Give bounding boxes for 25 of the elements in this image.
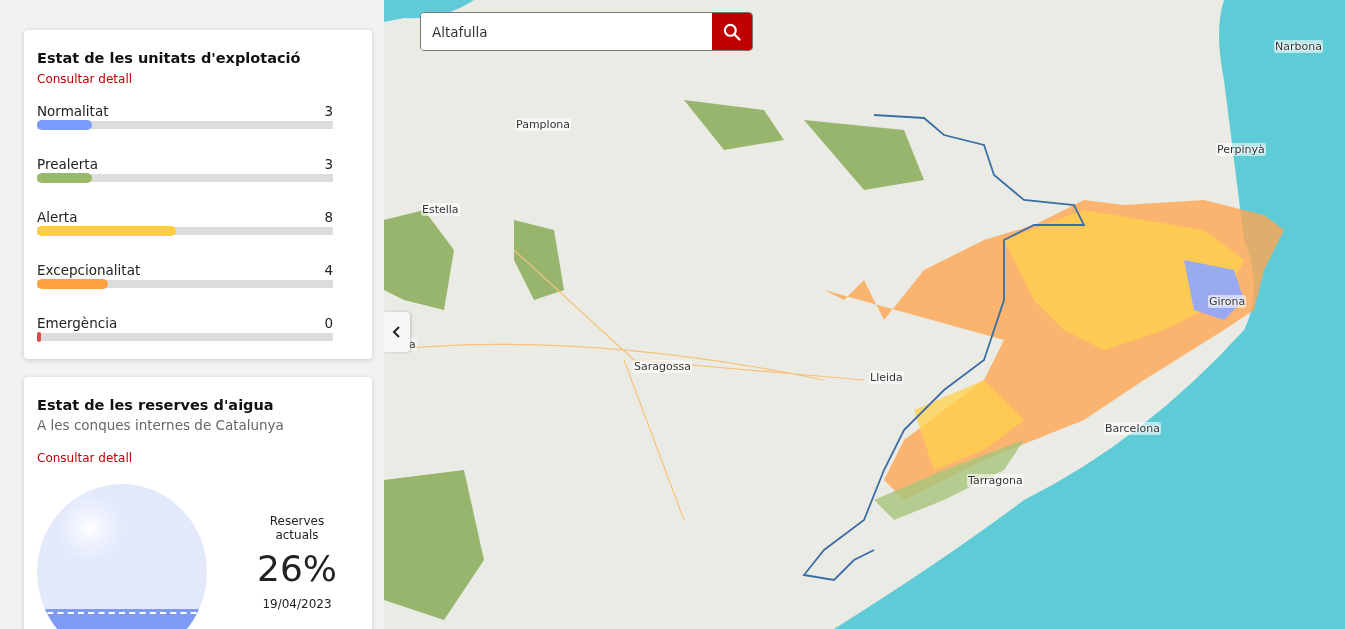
map-city-label: Narbona (1274, 40, 1323, 53)
status-count: 0 (324, 315, 333, 331)
map-city-label: Tarragona (967, 474, 1024, 487)
status-label: Emergència (37, 315, 118, 331)
card-subtitle: A les conques internes de Catalunya (37, 417, 285, 433)
card-title: Estat de les unitats d'explotació (37, 50, 302, 66)
reserves-percent: 26% (257, 548, 337, 589)
status-label: Prealerta (37, 156, 98, 172)
status-count: 4 (324, 262, 333, 278)
status-label: Alerta (37, 209, 78, 225)
card-title: Estat de les reserves d'aigua (37, 397, 275, 413)
collapse-panel-button[interactable] (384, 312, 410, 352)
reserves-label: Reserves actuals (268, 514, 326, 542)
status-count: 8 (324, 209, 333, 225)
status-count: 3 (324, 103, 333, 119)
reserves-date: 19/04/2023 (262, 597, 332, 611)
chevron-left-icon (392, 326, 402, 338)
status-label: Normalitat (37, 103, 109, 119)
status-count: 3 (324, 156, 333, 172)
search-field[interactable]: Altafulla (420, 12, 753, 51)
detail-link[interactable]: Consultar detall (37, 451, 133, 465)
detail-link[interactable]: Consultar detall (37, 72, 133, 86)
search-button[interactable] (712, 13, 752, 50)
search-icon (722, 21, 742, 42)
status-label: Excepcionalitat (37, 262, 141, 278)
